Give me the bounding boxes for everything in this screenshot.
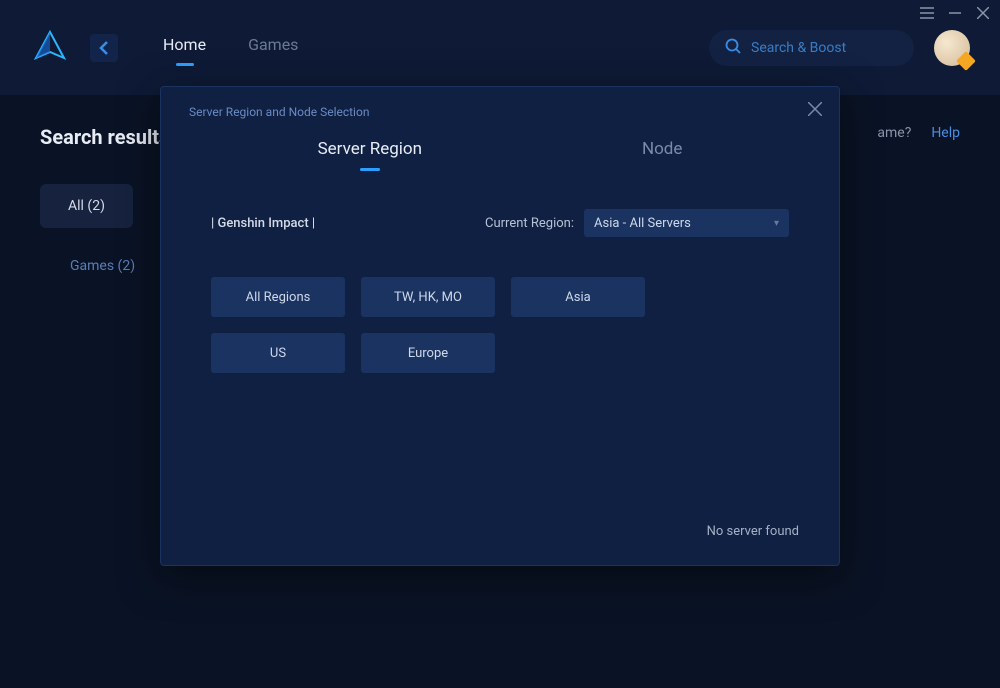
modal-region-row: | Genshin Impact | Current Region: Asia … <box>189 209 811 237</box>
search-icon <box>725 38 741 58</box>
region-all[interactable]: All Regions <box>211 277 345 317</box>
current-region-select[interactable]: Asia - All Servers ▾ <box>584 209 789 237</box>
modal-tab-node[interactable]: Node <box>642 139 682 167</box>
modal-title: Server Region and Node Selection <box>189 105 811 119</box>
server-region-modal: Server Region and Node Selection Server … <box>160 86 840 566</box>
search-input[interactable] <box>751 40 929 56</box>
current-region-field: Current Region: Asia - All Servers ▾ <box>485 209 789 237</box>
current-region-label: Current Region: <box>485 216 574 231</box>
back-button[interactable] <box>90 34 118 62</box>
app-logo <box>30 28 70 68</box>
tab-games[interactable]: Games <box>248 35 298 60</box>
modal-tab-server-region[interactable]: Server Region <box>318 139 422 167</box>
modal-close-button[interactable] <box>805 99 825 119</box>
modal-tabs: Server Region Node <box>189 139 811 167</box>
content-hint: ame? <box>877 125 911 141</box>
app-header: Home Games <box>0 0 1000 95</box>
avatar[interactable] <box>934 30 970 66</box>
close-icon[interactable] <box>976 6 990 20</box>
help-link[interactable]: Help <box>931 125 960 141</box>
title-bar <box>920 6 990 20</box>
region-twhkmo[interactable]: TW, HK, MO <box>361 277 495 317</box>
minimize-icon[interactable] <box>948 6 962 20</box>
region-us[interactable]: US <box>211 333 345 373</box>
modal-footer-status: No server found <box>707 524 799 539</box>
current-region-value: Asia - All Servers <box>594 216 691 231</box>
nav-tabs: Home Games <box>163 35 298 60</box>
tab-home[interactable]: Home <box>163 35 206 60</box>
search-box[interactable] <box>709 30 914 66</box>
region-europe[interactable]: Europe <box>361 333 495 373</box>
region-asia[interactable]: Asia <box>511 277 645 317</box>
game-label: | Genshin Impact | <box>211 216 315 231</box>
region-grid: All Regions TW, HK, MO Asia US Europe <box>189 277 811 373</box>
menu-icon[interactable] <box>920 6 934 20</box>
filter-all[interactable]: All (2) <box>40 184 133 228</box>
chevron-down-icon: ▾ <box>774 218 779 229</box>
